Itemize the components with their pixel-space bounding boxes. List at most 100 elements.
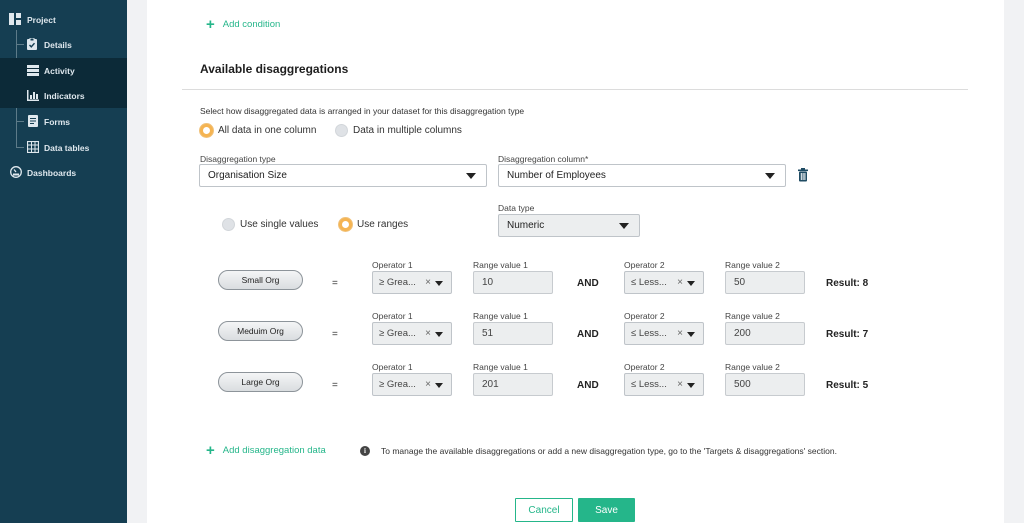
operator1-select[interactable]: ≥ Grea... × bbox=[372, 271, 452, 294]
cancel-button[interactable]: Cancel bbox=[515, 498, 573, 522]
radio-label: Use single values bbox=[240, 219, 319, 230]
info-icon: i bbox=[360, 446, 370, 456]
equals-sign: = bbox=[332, 278, 338, 289]
select-value: ≤ Less... bbox=[631, 379, 667, 390]
range-value-1-input[interactable]: 201 bbox=[473, 373, 553, 396]
disaggregation-name-pill[interactable]: Meduim Org bbox=[218, 321, 303, 341]
radio-data-multiple-columns[interactable]: Data in multiple columns bbox=[335, 124, 462, 137]
arrangement-hint: Select how disaggregated data is arrange… bbox=[200, 106, 525, 116]
add-condition-link[interactable]: + Add condition bbox=[206, 15, 281, 33]
result-count: Result: 5 bbox=[826, 380, 869, 391]
caret-down-icon bbox=[435, 281, 443, 286]
clear-icon[interactable]: × bbox=[425, 277, 431, 288]
disaggregation-name-pill[interactable]: Large Org bbox=[218, 372, 303, 392]
radio-label: Use ranges bbox=[357, 219, 409, 230]
caret-down-icon bbox=[619, 223, 629, 229]
operator2-label: Operator 2 bbox=[624, 311, 665, 321]
radio-use-single-values[interactable]: Use single values bbox=[222, 218, 318, 231]
range-value-2-input[interactable]: 200 bbox=[725, 322, 805, 345]
range2-label: Range value 2 bbox=[725, 311, 780, 321]
result-count: Result: 8 bbox=[826, 278, 869, 289]
operator2-select[interactable]: ≤ Less... × bbox=[624, 373, 704, 396]
data-type-select[interactable]: Numeric bbox=[498, 214, 640, 237]
radio-all-data-one-column[interactable]: All data in one column bbox=[200, 124, 316, 137]
sidebar-item-dashboards[interactable]: Dashboards bbox=[0, 160, 127, 185]
add-condition-label: Add condition bbox=[222, 19, 281, 30]
sidebar-item-label: Data tables bbox=[44, 142, 90, 153]
disaggregation-type-select[interactable]: Organisation Size bbox=[199, 164, 487, 187]
equals-sign: = bbox=[332, 329, 338, 340]
clear-icon[interactable]: × bbox=[677, 379, 683, 390]
select-value: Numeric bbox=[507, 220, 545, 231]
sidebar: Project Details Activity Indicators Form… bbox=[0, 0, 127, 523]
range2-label: Range value 2 bbox=[725, 260, 780, 270]
sidebar-item-data-tables[interactable]: Data tables bbox=[0, 135, 127, 160]
range2-label: Range value 2 bbox=[725, 362, 780, 372]
caret-down-icon bbox=[687, 281, 695, 286]
table-icon bbox=[27, 141, 39, 153]
operator2-select[interactable]: ≤ Less... × bbox=[624, 322, 704, 345]
sidebar-item-details[interactable]: Details bbox=[0, 32, 127, 57]
operator2-select[interactable]: ≤ Less... × bbox=[624, 271, 704, 294]
range-value-2-input[interactable]: 500 bbox=[725, 373, 805, 396]
save-button[interactable]: Save bbox=[578, 498, 635, 522]
range-value-2-input[interactable]: 50 bbox=[725, 271, 805, 294]
caret-down-icon bbox=[687, 383, 695, 388]
sidebar-item-activity[interactable]: Activity bbox=[0, 58, 127, 83]
operator2-label: Operator 2 bbox=[624, 260, 665, 270]
select-value: ≥ Grea... bbox=[379, 328, 416, 339]
section-title: Available disaggregations bbox=[200, 62, 349, 76]
sidebar-item-label: Activity bbox=[44, 65, 75, 76]
select-value: ≤ Less... bbox=[631, 277, 667, 288]
disaggregation-column-select[interactable]: Number of Employees bbox=[498, 164, 786, 187]
radio-selected-icon bbox=[200, 124, 213, 137]
sidebar-item-label: Dashboards bbox=[27, 167, 77, 178]
clear-icon[interactable]: × bbox=[425, 328, 431, 339]
info-text: To manage the available disaggregations … bbox=[381, 446, 837, 456]
sidebar-item-label: Indicators bbox=[44, 90, 85, 101]
operator1-label: Operator 1 bbox=[372, 362, 413, 372]
plus-icon: + bbox=[206, 15, 215, 33]
clipboard-icon bbox=[27, 38, 37, 50]
add-disaggregation-data-link[interactable]: + Add disaggregation data bbox=[206, 441, 326, 459]
caret-down-icon bbox=[765, 173, 775, 179]
caret-down-icon bbox=[435, 383, 443, 388]
gauge-icon bbox=[10, 166, 22, 178]
range-value-1-input[interactable]: 10 bbox=[473, 271, 553, 294]
range1-label: Range value 1 bbox=[473, 311, 528, 321]
sidebar-item-project[interactable]: Project bbox=[0, 7, 127, 32]
operator1-label: Operator 1 bbox=[372, 311, 413, 321]
sidebar-item-indicators[interactable]: Indicators bbox=[0, 83, 127, 108]
sidebar-item-forms[interactable]: Forms bbox=[0, 109, 127, 134]
radio-unselected-icon bbox=[335, 124, 348, 137]
range-value-1-input[interactable]: 51 bbox=[473, 322, 553, 345]
bar-chart-icon bbox=[27, 90, 39, 101]
operator2-label: Operator 2 bbox=[624, 362, 665, 372]
caret-down-icon bbox=[466, 173, 476, 179]
plus-icon: + bbox=[206, 441, 215, 459]
add-disaggregation-data-label: Add disaggregation data bbox=[222, 445, 326, 456]
trash-icon[interactable] bbox=[797, 168, 809, 182]
clear-icon[interactable]: × bbox=[425, 379, 431, 390]
radio-selected-icon bbox=[339, 218, 352, 231]
layout-icon bbox=[9, 13, 21, 25]
select-value: ≥ Grea... bbox=[379, 277, 416, 288]
range1-label: Range value 1 bbox=[473, 362, 528, 372]
select-value: Organisation Size bbox=[208, 170, 287, 181]
operator1-select[interactable]: ≥ Grea... × bbox=[372, 322, 452, 345]
sidebar-item-label: Project bbox=[27, 14, 56, 25]
caret-down-icon bbox=[687, 332, 695, 337]
clear-icon[interactable]: × bbox=[677, 328, 683, 339]
disaggregation-name-pill[interactable]: Small Org bbox=[218, 270, 303, 290]
operator1-select[interactable]: ≥ Grea... × bbox=[372, 373, 452, 396]
server-icon bbox=[27, 65, 39, 76]
select-value: Number of Employees bbox=[507, 170, 606, 181]
clear-icon[interactable]: × bbox=[677, 277, 683, 288]
radio-use-ranges[interactable]: Use ranges bbox=[339, 218, 408, 231]
disaggregation-column-label: Disaggregation column* bbox=[498, 154, 589, 164]
radio-label: All data in one column bbox=[218, 125, 317, 136]
sidebar-item-label: Details bbox=[44, 39, 72, 50]
disaggregation-type-label: Disaggregation type bbox=[200, 154, 276, 164]
document-icon bbox=[28, 115, 38, 127]
sidebar-item-label: Forms bbox=[44, 116, 70, 127]
